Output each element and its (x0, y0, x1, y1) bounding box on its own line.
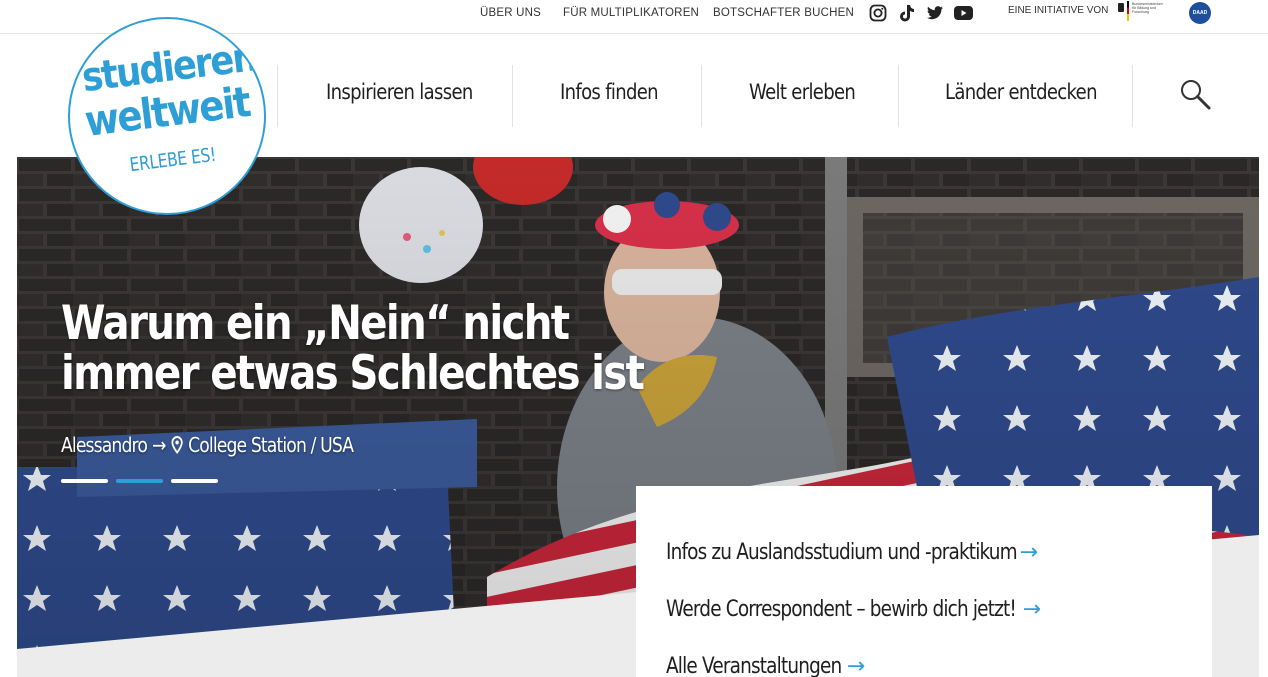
arrow-right-icon: → (846, 654, 865, 677)
arrow-right-icon: → (1019, 540, 1038, 565)
twitter-icon[interactable] (925, 3, 945, 23)
link-label: Alle Veranstaltungen (666, 654, 842, 677)
slider-dot-3[interactable] (171, 479, 218, 483)
link-alle-veranstaltungen[interactable]: Alle Veranstaltungen → (666, 638, 1212, 677)
nav-separator (1132, 65, 1133, 127)
link-infos-auslandsstudium[interactable]: Infos zu Auslandsstudium und -praktikum … (666, 524, 1212, 581)
slider-dot-1[interactable] (61, 479, 108, 483)
slider-dot-2-active[interactable] (116, 479, 163, 483)
nav-separator (277, 65, 278, 127)
logo-tagline: ERLEBE ES! (128, 143, 218, 177)
hero-author: Alessandro (61, 433, 148, 457)
hero-title[interactable]: Warum ein „Nein“ nicht immer etwas Schle… (61, 299, 680, 399)
daad-logo[interactable]: DAAD (1189, 2, 1211, 24)
nav-separator (701, 65, 702, 127)
nav-item-welt-erleben[interactable]: Welt erleben (749, 80, 856, 104)
nav-separator (898, 65, 899, 127)
link-ueber-uns[interactable]: ÜBER UNS (480, 7, 541, 19)
studieren-weltweit-logo[interactable]: studieren weltweit ERLEBE ES! (68, 17, 266, 215)
initiative-label: EINE INITIATIVE VON (1008, 5, 1109, 16)
tiktok-icon[interactable] (897, 3, 917, 23)
nav-item-inspirieren-lassen[interactable]: Inspirieren lassen (326, 80, 473, 104)
hero-author-line[interactable]: Alessandro → College Station / USA (61, 433, 354, 457)
instagram-icon[interactable] (868, 3, 888, 23)
nav-item-infos-finden[interactable]: Infos finden (560, 80, 659, 104)
link-botschafter-buchen[interactable]: BOTSCHAFTER BUCHEN (713, 7, 854, 19)
link-label: Werde Correspondent – bewirb dich jetzt! (666, 597, 1017, 622)
hero-slider[interactable]: Warum ein „Nein“ nicht immer etwas Schle… (17, 157, 1259, 677)
eagle-icon (1118, 3, 1124, 12)
quick-links-panel: Infos zu Auslandsstudium und -praktikum … (636, 486, 1212, 677)
hero-location: College Station / USA (188, 433, 354, 457)
link-werde-correspondent[interactable]: Werde Correspondent – bewirb dich jetzt!… (666, 581, 1212, 638)
location-pin-icon (171, 436, 183, 454)
nav-separator (512, 65, 513, 127)
link-label: Infos zu Auslandsstudium und -praktikum (666, 540, 1018, 565)
search-icon[interactable] (1178, 77, 1214, 113)
bmbf-logo-text: Bundesministerium für Bildung und Forsch… (1132, 2, 1163, 14)
german-flag-stripe (1127, 1, 1129, 21)
slider-pagination (61, 479, 218, 483)
arrow-right-icon: → (152, 433, 166, 457)
arrow-right-icon: → (1022, 597, 1041, 622)
link-fuer-multiplikatoren[interactable]: FÜR MULTIPLIKATOREN (563, 7, 699, 19)
youtube-icon[interactable] (953, 3, 973, 23)
nav-item-laender-entdecken[interactable]: Länder entdecken (945, 80, 1098, 104)
bmbf-logo[interactable]: Bundesministerium für Bildung und Forsch… (1118, 1, 1163, 25)
